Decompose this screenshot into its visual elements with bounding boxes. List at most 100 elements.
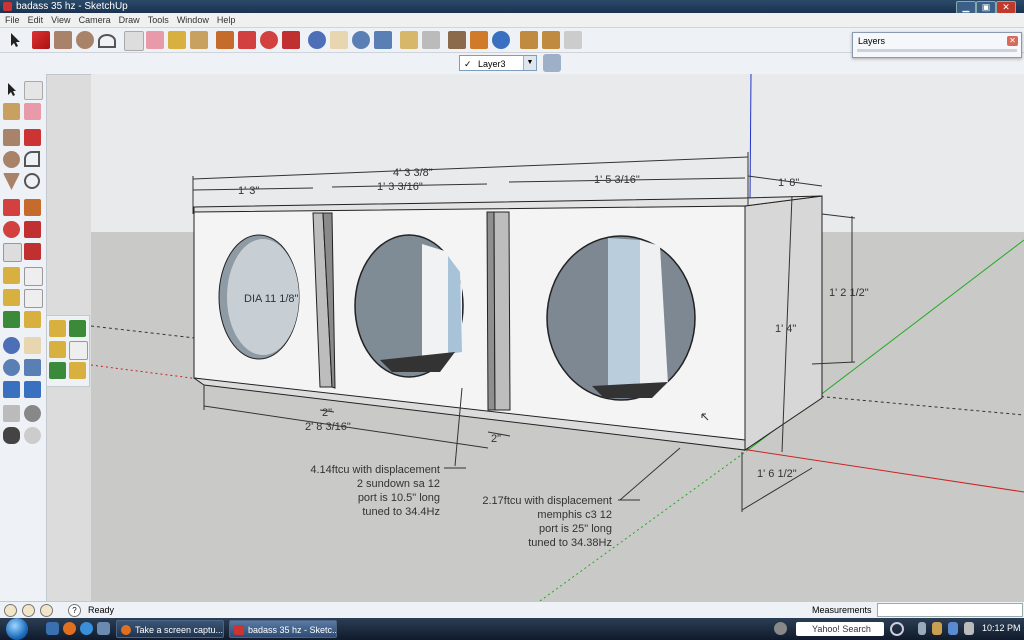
orbit-tool-icon[interactable]	[308, 31, 326, 49]
protractor-icon-2[interactable]	[49, 341, 66, 358]
task-sketchup[interactable]: badass 35 hz - Sketc...	[229, 620, 337, 638]
zoom-extents-icon[interactable]	[24, 381, 41, 398]
warehouse-icon[interactable]	[448, 31, 466, 49]
arc-icon[interactable]	[24, 151, 40, 167]
arc-tool-icon[interactable]	[98, 34, 116, 48]
get-models-icon[interactable]	[400, 31, 418, 49]
yahoo-search-box[interactable]: Yahoo! Search	[796, 622, 884, 636]
google-earth-icon[interactable]	[492, 31, 510, 49]
menu-camera[interactable]: Camera	[79, 13, 111, 27]
3d-text-icon[interactable]	[24, 311, 41, 328]
move-icon[interactable]	[3, 199, 20, 216]
zoom-icon[interactable]	[3, 359, 20, 376]
previous-view-icon[interactable]	[3, 381, 20, 398]
menu-tools[interactable]: Tools	[148, 13, 169, 27]
credits-icon[interactable]	[22, 604, 35, 617]
show-desktop-icon[interactable]	[46, 622, 59, 635]
rectangle-tool-icon[interactable]	[54, 31, 72, 49]
layer-dropdown-value: Layer3	[478, 59, 506, 69]
menu-view[interactable]: View	[51, 13, 70, 27]
pushpull-icon[interactable]	[24, 199, 41, 216]
scale-icon[interactable]	[3, 243, 22, 262]
make-component-icon[interactable]	[124, 31, 144, 51]
pencil-icon[interactable]	[24, 129, 41, 146]
ie-icon[interactable]	[80, 622, 93, 635]
component-tool-icon[interactable]	[24, 81, 43, 100]
zoom-extents-icon[interactable]	[374, 31, 392, 49]
follow-me-icon[interactable]	[282, 31, 300, 49]
geo-location-icon[interactable]	[4, 604, 17, 617]
menu-window[interactable]: Window	[177, 13, 209, 27]
axes-icon[interactable]	[3, 311, 20, 328]
text-icon[interactable]	[24, 289, 43, 308]
firefox-icon[interactable]	[63, 622, 76, 635]
help-icon[interactable]: ?	[68, 604, 81, 617]
paint-icon[interactable]	[3, 103, 20, 120]
component-icon-3[interactable]	[564, 31, 582, 49]
search-icon[interactable]	[890, 622, 904, 636]
model-drawing: 4' 3 3/8" 1' 3" 1' 3 3/16" 1' 5 3/16" 1'…	[91, 74, 1024, 601]
layers-panel-close-icon[interactable]: ✕	[1007, 36, 1018, 46]
menu-draw[interactable]: Draw	[119, 13, 140, 27]
rotate-icon[interactable]	[3, 221, 20, 238]
tape-icon[interactable]	[3, 267, 20, 284]
followme-icon[interactable]	[24, 221, 41, 238]
chevron-down-icon[interactable]: ▼	[523, 56, 536, 70]
share-model-icon[interactable]	[422, 31, 440, 49]
walk-icon[interactable]	[3, 427, 20, 444]
freehand-icon[interactable]	[24, 173, 40, 189]
polygon-icon[interactable]	[3, 173, 20, 190]
component-icon-2[interactable]	[542, 31, 560, 49]
tray-arrow-icon[interactable]	[918, 622, 926, 635]
layer-visible-check: ✓	[464, 59, 472, 69]
3d-text-icon-2[interactable]	[69, 362, 86, 379]
dimension-icon[interactable]	[24, 267, 43, 286]
pan-icon[interactable]	[24, 337, 41, 354]
copyright-icon[interactable]	[40, 604, 53, 617]
move-tool-icon[interactable]	[238, 31, 256, 49]
tape-icon-2[interactable]	[49, 320, 66, 337]
note-right-line-1: 2.17ftcu with displacement	[482, 495, 612, 507]
axes-icon-2[interactable]	[69, 320, 86, 337]
menu-help[interactable]: Help	[217, 13, 236, 27]
zoom-tool-icon[interactable]	[352, 31, 370, 49]
menu-file[interactable]: File	[5, 13, 20, 27]
push-pull-icon[interactable]	[216, 31, 234, 49]
eraser-tool-icon[interactable]	[146, 31, 164, 49]
look-around-icon[interactable]	[24, 405, 41, 422]
menu-edit[interactable]: Edit	[28, 13, 44, 27]
component-icon-1[interactable]	[520, 31, 538, 49]
window-switch-icon[interactable]	[97, 622, 110, 635]
eraser-icon[interactable]	[24, 103, 41, 120]
line-tool-icon[interactable]	[32, 31, 50, 49]
layer-manager-icon[interactable]	[543, 54, 561, 72]
title-bar: badass 35 hz - SketchUp ▁ ▣ ✕	[0, 0, 1024, 14]
rotate-tool-icon[interactable]	[260, 31, 278, 49]
select-tool-icon[interactable]	[6, 31, 24, 49]
measurements-input[interactable]	[877, 603, 1023, 617]
orbit-icon[interactable]	[3, 337, 20, 354]
select-icon[interactable]	[3, 81, 20, 98]
dim-hole-diameter: DIA 11 1/8"	[244, 293, 299, 305]
place-model-icon[interactable]	[470, 31, 488, 49]
layer-dropdown[interactable]: ✓ Layer3 ▼	[459, 55, 537, 71]
circle-icon[interactable]	[3, 151, 20, 168]
tape-measure-icon[interactable]	[168, 31, 186, 49]
circle-tool-icon[interactable]	[76, 31, 94, 49]
pan-tool-icon[interactable]	[330, 31, 348, 49]
zoom-window-icon[interactable]	[24, 359, 41, 376]
section-plane-icon[interactable]	[24, 427, 41, 444]
axes-icon-3[interactable]	[49, 362, 66, 379]
paint-bucket-icon[interactable]	[190, 31, 208, 49]
start-button[interactable]	[6, 618, 28, 640]
hp-icon[interactable]	[774, 622, 787, 635]
task-screen-capture[interactable]: Take a screen captu...	[116, 620, 224, 638]
model-viewport[interactable]: 4' 3 3/8" 1' 3" 1' 3 3/16" 1' 5 3/16" 1'…	[91, 74, 1024, 601]
position-camera-icon[interactable]	[3, 405, 20, 422]
note-left-line-4: tuned to 34.4Hz	[362, 506, 440, 518]
offset-icon[interactable]	[24, 243, 41, 260]
dimension-icon-2[interactable]	[69, 341, 88, 360]
rectangle-icon[interactable]	[3, 129, 20, 146]
protractor-icon[interactable]	[3, 289, 20, 306]
left-tool-palette	[0, 74, 47, 601]
